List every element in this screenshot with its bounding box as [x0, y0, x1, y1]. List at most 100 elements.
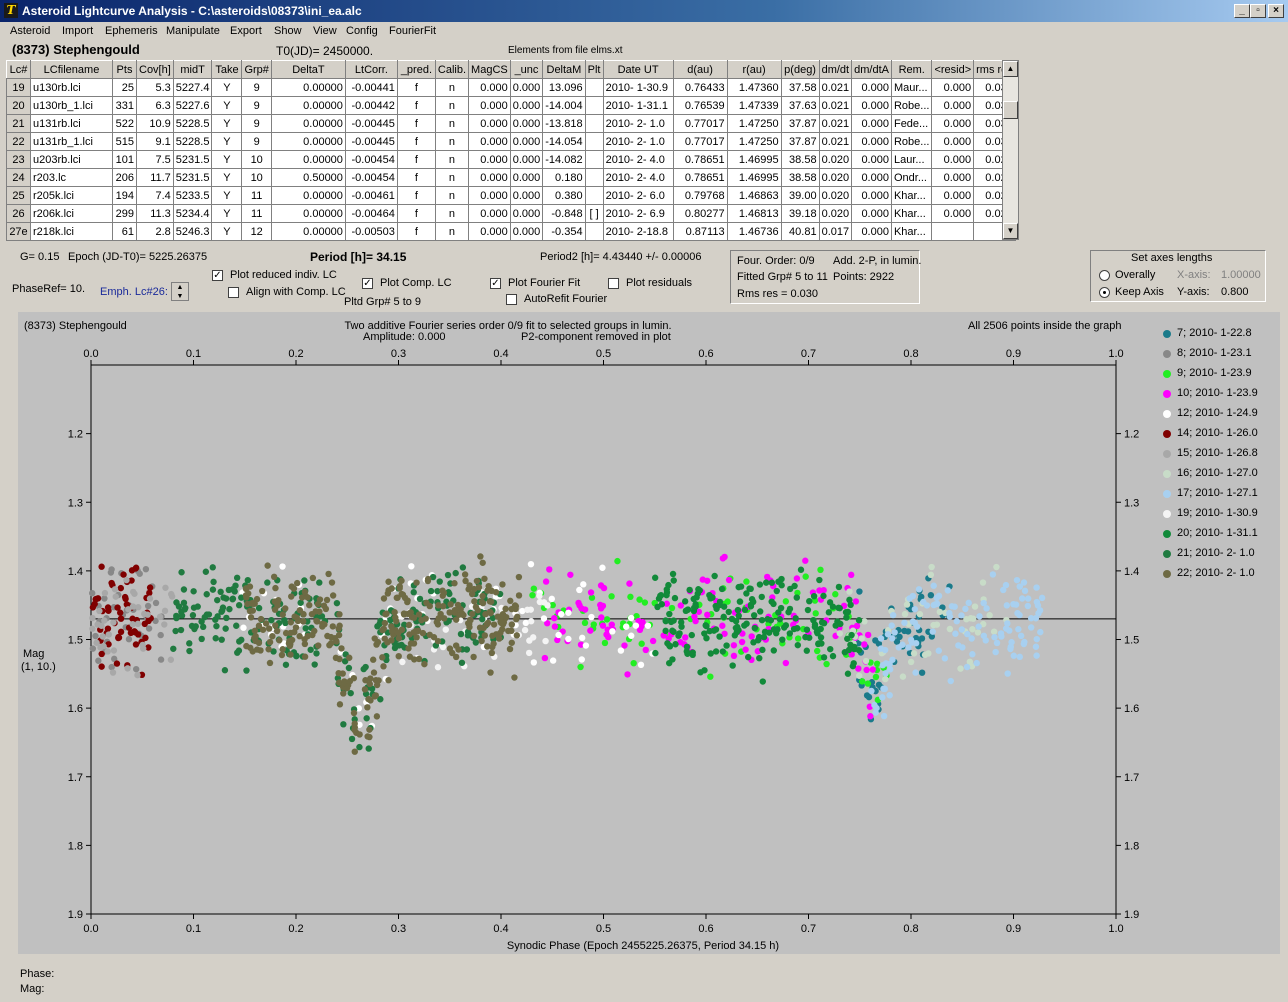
table-cell[interactable]: 0.77017 [672, 132, 728, 151]
table-cell[interactable]: 0.000 [468, 186, 511, 205]
table-cell[interactable]: n [434, 78, 470, 97]
column-header[interactable]: LCfilename [30, 60, 113, 79]
table-cell[interactable]: u131rb.lci [30, 114, 113, 133]
menu-config[interactable]: Config [346, 25, 378, 37]
autorefit-checkbox[interactable] [506, 294, 517, 305]
scroll-up-icon[interactable]: ▲ [1003, 61, 1018, 77]
table-cell[interactable]: Y [211, 222, 243, 241]
table-cell[interactable]: 7.5 [136, 150, 174, 169]
table-cell[interactable]: Ondr... [890, 168, 933, 187]
table-cell[interactable]: 0.79768 [672, 186, 728, 205]
table-cell[interactable]: f [396, 204, 436, 223]
table-cell[interactable]: 515 [112, 132, 137, 151]
table-cell[interactable]: u131rb_1.lci [30, 132, 113, 151]
table-cell[interactable]: Y [211, 132, 243, 151]
table-cell[interactable]: 0.000 [931, 168, 975, 187]
table-row[interactable]: 26 r206k.lci 299 11.3 5234.4 Y 11 0.00000 -0.004… [6, 204, 1016, 223]
table-cell[interactable] [584, 222, 604, 241]
table-cell[interactable]: 38.58 [780, 168, 820, 187]
column-header[interactable]: midT [172, 60, 213, 79]
table-cell[interactable]: 0.000 [509, 168, 544, 187]
table-cell[interactable]: 10 [241, 168, 272, 187]
table-cell[interactable]: -0.00464 [344, 204, 398, 223]
table-cell[interactable]: 40.81 [780, 222, 820, 241]
menu-show[interactable]: Show [274, 25, 302, 37]
menu-view[interactable]: View [313, 25, 337, 37]
table-cell[interactable]: 1.46813 [726, 204, 782, 223]
table-cell[interactable]: 101 [112, 150, 137, 169]
table-cell[interactable]: 1.46736 [726, 222, 782, 241]
table-cell[interactable]: 0.000 [851, 132, 892, 151]
table-cell[interactable]: r203.lc [30, 168, 113, 187]
table-cell[interactable]: 1.47339 [726, 96, 782, 115]
table-cell[interactable]: -0.00503 [344, 222, 398, 241]
table-cell[interactable]: -0.00454 [344, 168, 398, 187]
period-label[interactable]: Period [h]= 34.15 [310, 250, 406, 264]
table-cell[interactable]: 2010- 1-30.9 [602, 78, 674, 97]
table-cell[interactable]: 299 [112, 204, 137, 223]
table-cell[interactable]: 25 [112, 78, 137, 97]
table-cell[interactable]: Robe... [890, 96, 933, 115]
table-cell[interactable]: 0.000 [468, 96, 511, 115]
table-cell[interactable]: 0.00000 [270, 222, 346, 241]
table-cell[interactable]: 194 [112, 186, 137, 205]
table-cell[interactable]: 0.76539 [672, 96, 728, 115]
table-cell[interactable]: 0.000 [509, 186, 544, 205]
table-cell[interactable] [584, 114, 604, 133]
table-cell[interactable]: 26 [6, 204, 31, 223]
table-cell[interactable]: r205k.lci [30, 186, 113, 205]
table-cell[interactable]: 7.4 [136, 186, 174, 205]
table-cell[interactable]: 0.000 [468, 132, 511, 151]
table-cell[interactable]: 0.76433 [672, 78, 728, 97]
table-cell[interactable]: 0.000 [931, 186, 975, 205]
yaxis-value[interactable]: 0.800 [1221, 286, 1249, 298]
table-cell[interactable]: 522 [112, 114, 137, 133]
table-cell[interactable]: 37.87 [780, 132, 820, 151]
table-cell[interactable]: 0.00000 [270, 186, 346, 205]
table-cell[interactable]: 11.7 [136, 168, 174, 187]
table-cell[interactable]: 0.77017 [672, 114, 728, 133]
table-cell[interactable]: 1.47360 [726, 78, 782, 97]
table-cell[interactable]: 1.46863 [726, 186, 782, 205]
table-cell[interactable]: 23 [6, 150, 31, 169]
table-cell[interactable]: 0.000 [468, 168, 511, 187]
table-cell[interactable]: 0.000 [931, 114, 975, 133]
table-cell[interactable]: -0.354 [542, 222, 586, 241]
table-cell[interactable]: 2010- 2-18.8 [602, 222, 674, 241]
table-cell[interactable]: -0.00461 [344, 186, 398, 205]
column-header[interactable]: LtCorr. [344, 60, 398, 79]
menu-fourierfit[interactable]: FourierFit [389, 25, 436, 37]
table-cell[interactable]: 37.87 [780, 114, 820, 133]
column-header[interactable]: Date UT [602, 60, 674, 79]
table-cell[interactable]: 0.021 [818, 96, 853, 115]
table-cell[interactable]: 0.021 [818, 114, 853, 133]
column-header[interactable]: dm/dtA [851, 60, 892, 79]
scroll-down-icon[interactable]: ▼ [1003, 223, 1018, 239]
table-cell[interactable]: 5227.6 [172, 96, 213, 115]
table-cell[interactable]: f [396, 186, 436, 205]
column-header[interactable]: DeltaM [542, 60, 586, 79]
column-header[interactable]: Lc# [6, 60, 31, 79]
table-scrollbar[interactable]: ▲ ▼ [1002, 60, 1019, 240]
table-cell[interactable]: 0.000 [851, 168, 892, 187]
column-header[interactable]: Calib. [434, 60, 470, 79]
table-cell[interactable]: 0.50000 [270, 168, 346, 187]
table-cell[interactable]: n [434, 114, 470, 133]
table-cell[interactable]: 11 [241, 204, 272, 223]
table-cell[interactable]: 0.000 [468, 204, 511, 223]
table-cell[interactable]: Y [211, 150, 243, 169]
table-cell[interactable]: 13.096 [542, 78, 586, 97]
table-cell[interactable]: n [434, 222, 470, 241]
table-row[interactable]: 21 u131rb.lci 522 10.9 5228.5 Y 9 0.00000 -0.004… [6, 114, 1016, 133]
table-cell[interactable]: 0.78651 [672, 150, 728, 169]
table-cell[interactable]: 10 [241, 150, 272, 169]
table-cell[interactable]: 5233.5 [172, 186, 213, 205]
menu-asteroid[interactable]: Asteroid [10, 25, 50, 37]
table-cell[interactable]: 38.58 [780, 150, 820, 169]
align-checkbox[interactable] [228, 287, 239, 298]
column-header[interactable]: p(deg) [780, 60, 820, 79]
close-button[interactable]: × [1268, 4, 1284, 18]
table-cell[interactable]: 2.8 [136, 222, 174, 241]
table-cell[interactable]: u203rb.lci [30, 150, 113, 169]
table-cell[interactable]: 0.87113 [672, 222, 728, 241]
